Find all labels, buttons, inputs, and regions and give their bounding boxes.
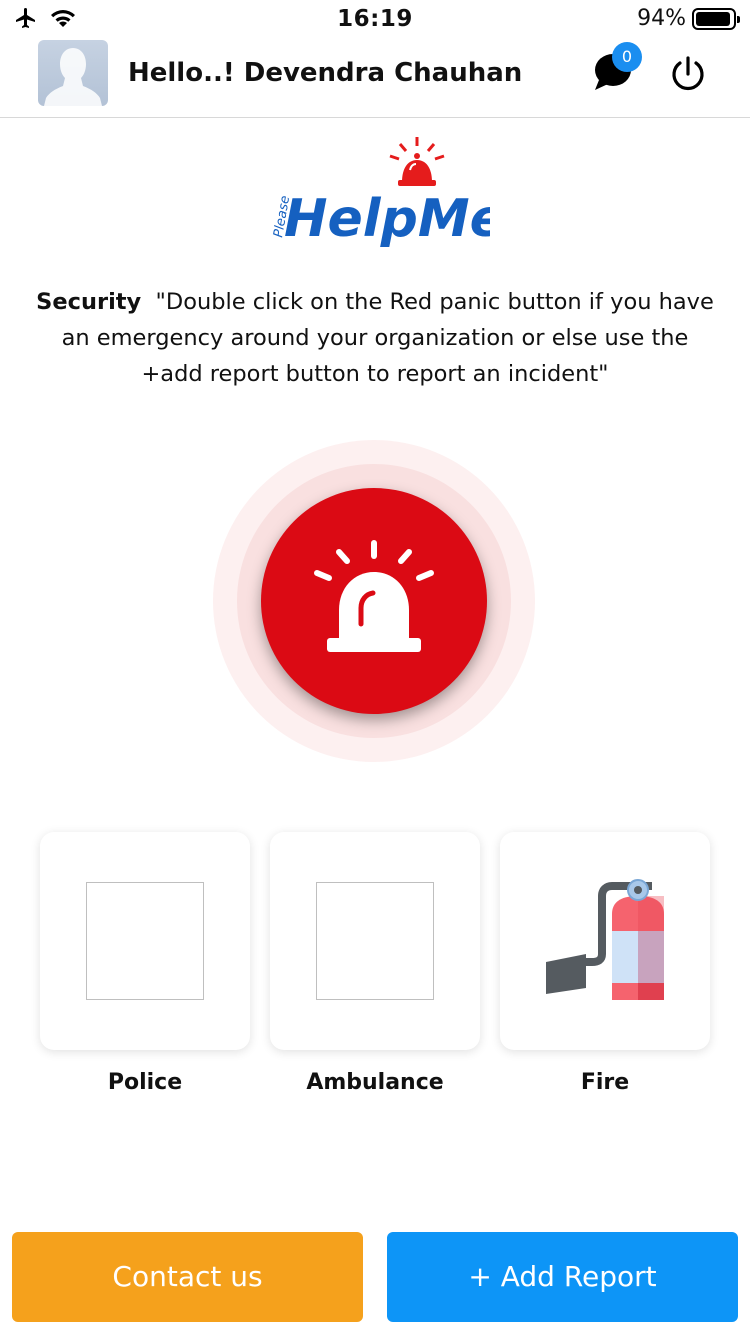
logout-button[interactable] — [668, 54, 708, 94]
greeting-text: Hello..! Devendra Chauhan — [128, 58, 523, 88]
app-header: Hello..! Devendra Chauhan 0 — [0, 40, 750, 118]
police-image-placeholder — [86, 882, 204, 1000]
helpme-logo: Please HelpMe — [260, 134, 505, 254]
ambulance-image-placeholder — [316, 882, 434, 1000]
battery-percent: 94% — [637, 6, 686, 31]
message-body: "Double click on the Red panic button if… — [61, 289, 714, 387]
fire-extinguisher-icon — [546, 879, 664, 1000]
ambulance-card[interactable] — [270, 832, 480, 1050]
battery-icon — [692, 7, 740, 30]
fire-card[interactable] — [500, 832, 710, 1050]
power-icon — [672, 56, 704, 91]
message-heading: Security — [36, 289, 142, 315]
contact-us-button[interactable]: Contact us — [12, 1232, 363, 1322]
police-label: Police — [107, 1070, 183, 1095]
battery-fill — [696, 11, 730, 26]
add-report-button[interactable]: + Add Report — [387, 1232, 738, 1322]
ambulance-label: Ambulance — [306, 1070, 444, 1095]
panic-button[interactable] — [261, 488, 487, 714]
logo-siren-icon — [389, 137, 445, 186]
siren-icon — [314, 540, 434, 652]
logo-graphic: Please HelpMe — [271, 137, 505, 249]
instruction-message: Security "Double click on the Red panic … — [30, 284, 720, 392]
avatar[interactable] — [38, 40, 108, 106]
status-bar: 16:19 94% — [0, 0, 750, 40]
police-card[interactable] — [40, 832, 250, 1050]
status-right: 94% — [637, 6, 740, 31]
fire-label: Fire — [580, 1070, 630, 1095]
user-silhouette-icon — [44, 48, 102, 106]
chat-badge: 0 — [612, 42, 642, 72]
logo-helpme-text: HelpMe — [284, 189, 490, 249]
